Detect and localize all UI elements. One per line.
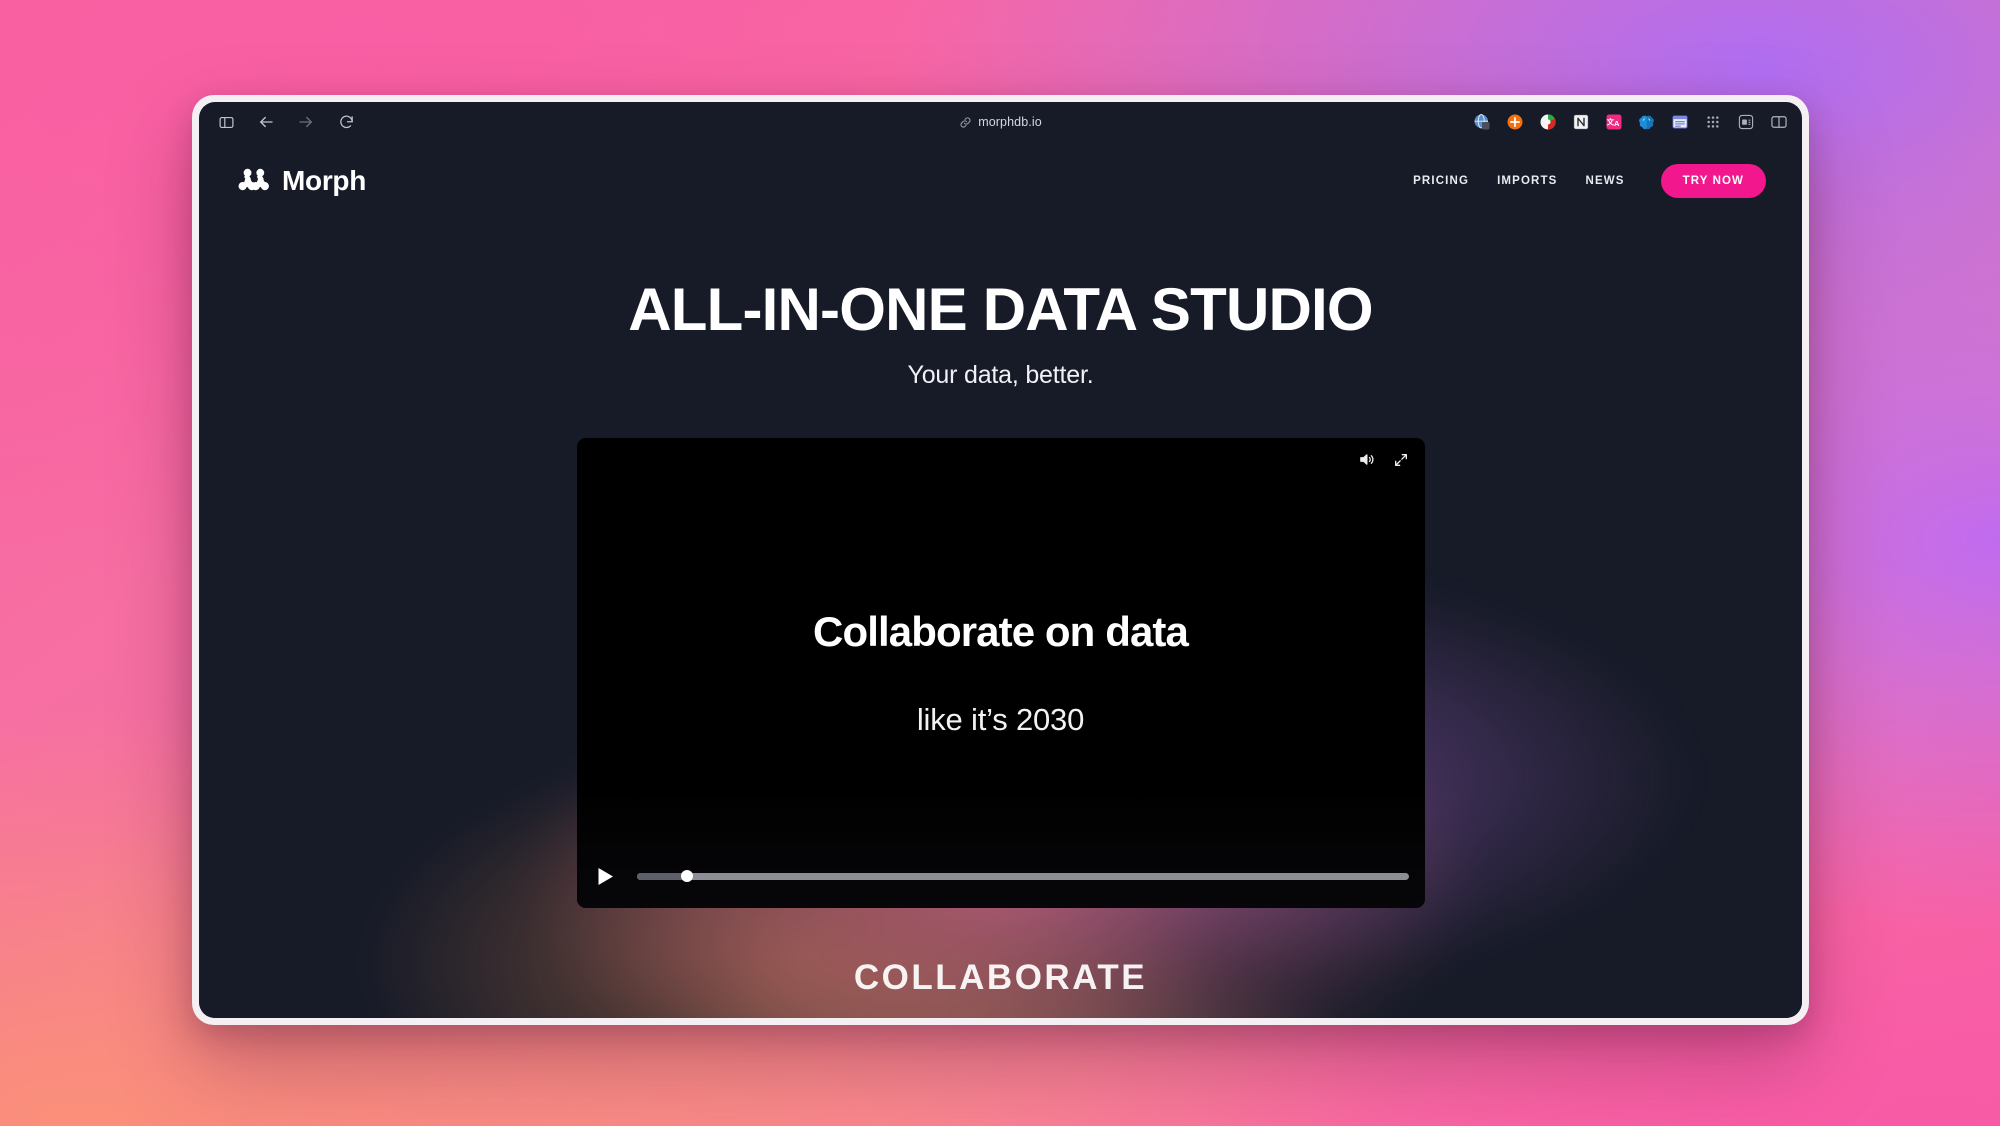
video-progress-filled bbox=[636, 872, 687, 880]
try-now-button[interactable]: TRY NOW bbox=[1660, 164, 1766, 198]
section-teaser-collaborate: COLLABORATE bbox=[853, 958, 1148, 997]
browser-nav-buttons bbox=[209, 111, 357, 133]
morph-nodes-logo-icon bbox=[237, 166, 271, 197]
play-triangle-icon[interactable] bbox=[593, 863, 619, 889]
globe-extension-icon[interactable] bbox=[1472, 113, 1491, 132]
video-player[interactable]: Collaborate on data like it’s 2030 bbox=[576, 438, 1425, 908]
svg-text:A: A bbox=[1613, 119, 1619, 128]
video-headline-primary: Collaborate on data bbox=[813, 608, 1189, 655]
brand-logo[interactable]: Morph bbox=[237, 165, 366, 197]
translate-extension-icon[interactable]: 文 A bbox=[1604, 113, 1623, 132]
reload-icon[interactable] bbox=[335, 111, 357, 133]
forward-icon[interactable] bbox=[295, 111, 317, 133]
hero-subtitle: Your data, better. bbox=[907, 361, 1094, 389]
video-progress-knob[interactable] bbox=[680, 870, 693, 882]
sidebar-toggle-icon[interactable] bbox=[215, 111, 237, 133]
url-text: morphdb.io bbox=[978, 115, 1042, 129]
nav-link-news[interactable]: NEWS bbox=[1586, 175, 1625, 187]
reader-extension-icon[interactable] bbox=[1670, 113, 1689, 132]
video-progress-bar[interactable] bbox=[636, 870, 1409, 882]
hero-title: ALL-IN-ONE DATA STUDIO bbox=[628, 276, 1373, 343]
browser-window: morphdb.io 文 A Morph PRICING IMPORTS NEW… bbox=[192, 95, 1809, 1025]
site-header: Morph PRICING IMPORTS NEWS TRY NOW bbox=[199, 142, 1802, 220]
grid-apps-icon[interactable] bbox=[1703, 113, 1722, 132]
hero-section: ALL-IN-ONE DATA STUDIO Your data, better… bbox=[199, 220, 1802, 390]
brand-name: Morph bbox=[282, 165, 367, 196]
web-page: Morph PRICING IMPORTS NEWS TRY NOW ALL-I… bbox=[199, 142, 1802, 1018]
fullscreen-expand-icon[interactable] bbox=[1392, 450, 1411, 469]
puzzle-extensions-icon[interactable] bbox=[1736, 113, 1755, 132]
plus-circle-extension-icon[interactable] bbox=[1505, 113, 1524, 132]
browser-toolbar: morphdb.io 文 A bbox=[199, 102, 1802, 142]
brain-extension-icon[interactable] bbox=[1637, 113, 1656, 132]
notion-extension-icon[interactable] bbox=[1571, 113, 1590, 132]
site-navigation: PRICING IMPORTS NEWS TRY NOW bbox=[1413, 164, 1766, 198]
nav-link-imports[interactable]: IMPORTS bbox=[1497, 175, 1557, 187]
nav-link-pricing[interactable]: PRICING bbox=[1413, 175, 1469, 187]
back-icon[interactable] bbox=[255, 111, 277, 133]
link-icon bbox=[959, 116, 972, 129]
video-headline-secondary: like it’s 2030 bbox=[916, 702, 1085, 737]
video-bottom-controls bbox=[577, 844, 1425, 908]
color-wheel-extension-icon[interactable] bbox=[1538, 113, 1557, 132]
video-top-controls bbox=[1357, 450, 1411, 469]
browser-viewport: morphdb.io 文 A Morph PRICING IMPORTS NEW… bbox=[199, 102, 1802, 1018]
panel-toggle-icon[interactable] bbox=[1769, 113, 1788, 132]
video-stage: Collaborate on data like it’s 2030 bbox=[576, 438, 1425, 908]
speaker-volume-icon[interactable] bbox=[1357, 450, 1376, 469]
browser-extensions-tray: 文 A bbox=[1472, 113, 1788, 132]
